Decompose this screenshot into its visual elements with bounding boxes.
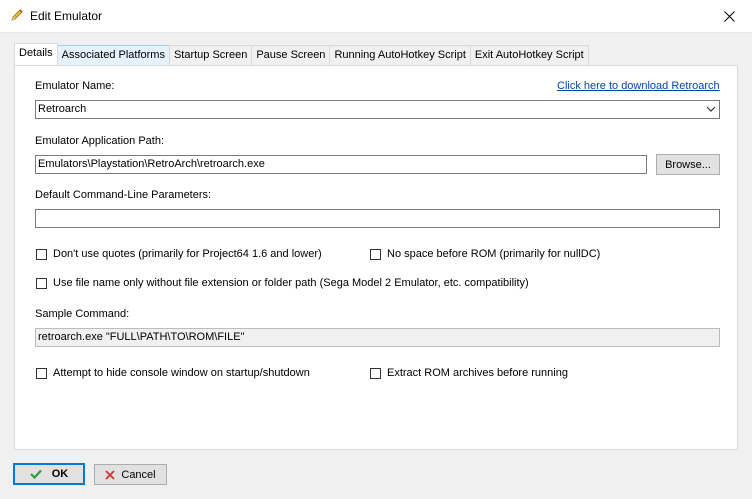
no-space-label: No space before ROM (primarily for nullD… [387,248,601,260]
tab-strip: Details Associated Platforms Startup Scr… [14,43,589,66]
pencil-icon [10,8,24,22]
tab-details[interactable]: Details [14,43,58,65]
download-retroarch-link[interactable]: Click here to download Retroarch [557,80,720,92]
close-icon [723,10,735,22]
extract-rom-label: Extract ROM archives before running [387,367,568,379]
checkmark-icon [29,469,42,479]
cmdline-label: Default Command-Line Parameters: [35,189,212,201]
no-quotes-box[interactable] [36,248,47,260]
no-space-checkbox[interactable]: No space before ROM (primarily for nullD… [370,248,600,260]
details-panel: Emulator Name: Click here to download Re… [14,65,738,450]
extract-rom-checkbox[interactable]: Extract ROM archives before running [370,367,568,379]
no-quotes-label: Don't use quotes (primarily for Project6… [53,248,322,260]
app-path-label: Emulator Application Path: [35,135,165,147]
close-button[interactable] [706,0,752,32]
cancel-button[interactable]: Cancel [94,464,167,485]
hide-console-label: Attempt to hide console window on startu… [53,367,310,379]
emulator-name-label: Emulator Name: [35,80,115,92]
emulator-name-value: Retroarch [38,103,87,115]
tab-running-ahk-script[interactable]: Running AutoHotkey Script [329,45,471,65]
chevron-down-icon [706,106,716,112]
cancel-label: Cancel [121,468,156,481]
tab-startup-screen[interactable]: Startup Screen [168,45,253,65]
tab-associated-platforms[interactable]: Associated Platforms [56,45,170,65]
hide-console-box[interactable] [36,367,47,379]
dialog-client: Details Associated Platforms Startup Scr… [0,33,752,499]
window-title: Edit Emulator [30,9,103,23]
app-path-input[interactable]: Emulators\Playstation\RetroArch\retroarc… [35,155,647,174]
ok-button[interactable]: OK [13,463,85,485]
tab-pause-screen[interactable]: Pause Screen [251,45,331,65]
emulator-name-combobox[interactable]: Retroarch [35,100,720,119]
no-space-box[interactable] [370,248,381,260]
x-icon [105,469,116,480]
filename-only-checkbox[interactable]: Use file name only without file extensio… [36,277,529,289]
hide-console-checkbox[interactable]: Attempt to hide console window on startu… [36,367,310,379]
tab-exit-ahk-script[interactable]: Exit AutoHotkey Script [469,45,589,65]
filename-only-label: Use file name only without file extensio… [53,277,529,289]
ok-label: OK [51,468,69,480]
no-quotes-checkbox[interactable]: Don't use quotes (primarily for Project6… [36,248,322,260]
extract-rom-box[interactable] [370,367,381,379]
cmdline-input[interactable] [35,209,720,228]
sample-command-label: Sample Command: [35,308,130,320]
filename-only-box[interactable] [36,277,47,289]
title-bar: Edit Emulator [0,0,752,33]
browse-button[interactable]: Browse... [656,154,720,175]
sample-command-field: retroarch.exe "FULL\PATH\TO\ROM\FILE" [35,328,720,347]
